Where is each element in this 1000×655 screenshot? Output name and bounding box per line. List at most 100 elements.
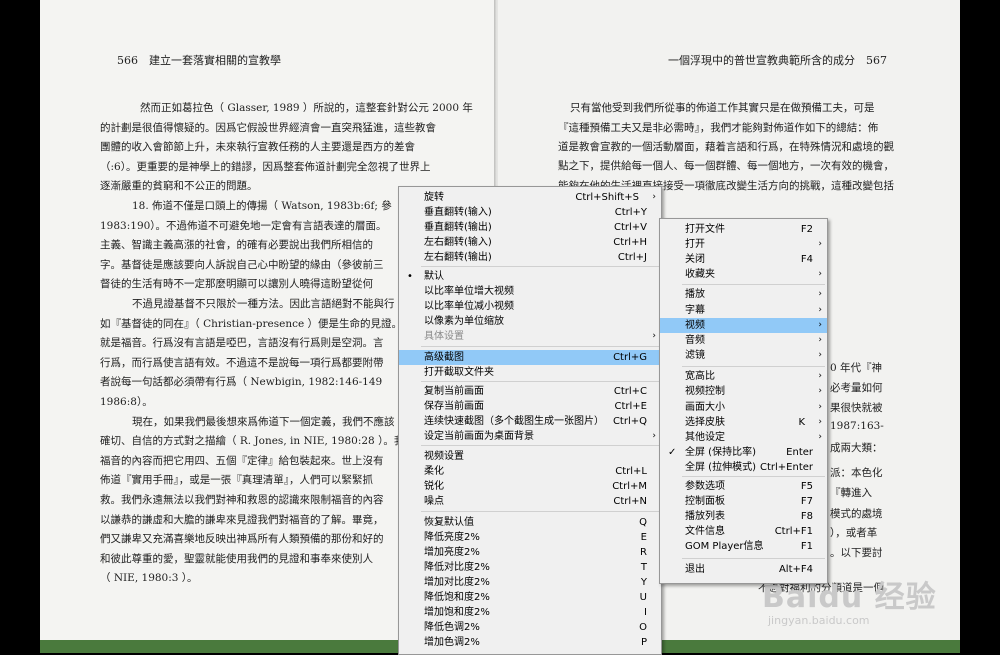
submenu-item[interactable]: 滤镜 › [660,348,827,363]
context-menu-item[interactable]: 旋转 Ctrl+Shift+S › [399,190,661,205]
submenu-item-label: 视频控制 [685,386,725,397]
context-menu-item[interactable]: 增加色调2% P [399,635,661,650]
right-text-line: 果很快就被 [830,402,883,414]
left-text-line: 18. 佈道不僅是口頭上的傳揚（ Watson, 1983b:6f; 參 [132,200,392,212]
context-menu-item-label: 增加饱和度2% [424,607,490,618]
left-text-line: 督徒的生活有時不一定那麼明顯可以讓別人曉得這盼望從何 [100,278,373,291]
submenu-item-label: 音频 [685,335,705,346]
context-menu-item[interactable]: 柔化 Ctrl+L [399,464,661,479]
submenu-item-label: 关闭 [685,254,705,265]
main-submenu: 打开文件 F2 打开 › 关闭 F4 收藏夹 › 播放 › 字幕 › 视频 › 音频 › 滤镜 › 宽高比 › 视频控制… [659,218,828,584]
submenu-item[interactable]: 字幕 › [660,303,827,318]
context-menu-item[interactable]: 保存当前画面 Ctrl+E [399,399,661,414]
submenu-item-label: 全屏 (拉伸模式) [685,462,756,473]
context-menu-item[interactable]: 恢复默认值 Q [399,515,661,530]
context-menu-item[interactable]: 增加饱和度2% I [399,605,661,620]
left-text-line: （:6）。更重要的是神學上的錯謬，因爲整套佈道計劃完全忽視了世界上 [100,160,431,173]
submenu-item[interactable]: 宽高比 › [660,369,827,384]
left-text-line: 字。基督徒是應該要向人訴說自己心中盼望的緣由（參彼前三 [100,258,384,271]
submenu-item-label: 宽高比 [685,371,715,382]
chevron-right-icon: › [818,350,822,360]
submenu-item-label: 滤镜 [685,350,705,361]
context-menu-item-shortcut: Ctrl+M [612,481,647,492]
context-menu-item[interactable]: 高级截图 Ctrl+G [399,350,661,365]
context-menu-item[interactable]: 以比率单位增大视频 [399,284,661,299]
context-menu-item[interactable]: 连续快速截图（多个截图生成一张图片） Ctrl+Q [399,414,661,429]
left-text-line: 們又謙卑又充滿喜樂地反映出神爲所有人類預備的那份和好的 [100,533,384,546]
context-menu-item-shortcut: Ctrl+C [613,386,647,397]
context-menu-item[interactable]: • 默认 [399,269,661,284]
submenu-item[interactable]: ✓ 全屏 (保持比率) Enter [660,445,827,460]
submenu-item-shortcut: Ctrl+Enter [759,462,813,473]
submenu-item[interactable]: 播放列表 F8 [660,509,827,524]
context-menu-item: 具体设置 › [399,329,661,344]
left-text-line: 然而正如葛拉色（ Glasser, 1989 ）所說的，這整套針對公元 2000… [140,102,473,114]
left-text-line: 和彼此尊重的愛，聖靈就能使用我們的見證和事奉來使別人 [100,552,373,565]
context-menu-item[interactable]: 降低亮度2% E [399,530,661,545]
context-menu-item-shortcut: T [640,562,647,573]
context-menu: 旋转 Ctrl+Shift+S › 垂直翻转(输入) Ctrl+Y 垂直翻转(输出) Ctr… [398,186,662,655]
submenu-item-shortcut: F5 [800,481,813,492]
chevron-right-icon: › [818,289,822,299]
context-menu-item[interactable]: 降低饱和度2% U [399,590,661,605]
context-menu-item[interactable]: 降低色调2% O [399,620,661,635]
context-menu-item[interactable]: 设定当前画面为桌面背景 › [399,429,661,444]
submenu-item-label: 全屏 (保持比率) [685,447,756,458]
chevron-right-icon: › [818,305,822,315]
context-menu-item[interactable]: 增加亮度2% R [399,545,661,560]
submenu-item[interactable]: 选择皮肤 K › [660,415,827,430]
context-menu-item[interactable]: 噪点 Ctrl+N [399,494,661,509]
submenu-item[interactable]: 打开文件 F2 [660,222,827,237]
context-menu-item[interactable]: 打开截取文件夹 [399,365,661,380]
submenu-item-shortcut: Enter [786,447,813,458]
context-menu-item-label: 连续快速截图（多个截图生成一张图片） [424,416,604,427]
context-menu-item-label: 左右翻转(输出) [424,252,492,263]
submenu-item-shortcut: F2 [800,224,813,235]
context-menu-item[interactable]: 垂直翻转(输入) Ctrl+Y [399,205,661,220]
submenu-item[interactable]: 视频控制 › [660,384,827,399]
context-menu-item-label: 恢复默认值 [424,517,474,528]
context-menu-item[interactable]: 复制当前画面 Ctrl+C [399,384,661,399]
menu-separator [682,284,825,285]
context-menu-item-label: 旋转 [424,192,444,203]
left-text-line: 佈道『實用手冊』，或是一張『真理清單』，人們可以緊緊抓 [100,474,373,487]
submenu-item[interactable]: 播放 › [660,287,827,302]
context-menu-item[interactable]: 左右翻转(输入) Ctrl+H [399,235,661,250]
context-menu-item[interactable]: 锐化 Ctrl+M [399,479,661,494]
submenu-item[interactable]: 视频 › [660,318,827,333]
context-menu-item-label: 左右翻转(输入) [424,237,492,248]
submenu-item[interactable]: 全屏 (拉伸模式) Ctrl+Enter [660,460,827,475]
context-menu-item[interactable]: 垂直翻转(输出) Ctrl+V [399,220,661,235]
context-menu-item-shortcut: Ctrl+H [613,237,647,248]
submenu-item[interactable]: 关闭 F4 [660,252,827,267]
context-menu-item[interactable]: 以比率单位减小视频 [399,299,661,314]
submenu-item-label: 文件信息 [685,526,725,537]
submenu-item[interactable]: 文件信息 Ctrl+F1 [660,524,827,539]
context-menu-item[interactable]: 左右翻转(输出) Ctrl+J [399,250,661,265]
submenu-item[interactable]: 音频 › [660,333,827,348]
context-menu-item[interactable]: 增加对比度2% Y [399,575,661,590]
context-menu-item-shortcut: Ctrl+N [613,496,647,507]
context-menu-item-shortcut: Ctrl+V [613,222,647,233]
submenu-item-label: 播放 [685,289,705,300]
submenu-item[interactable]: 画面大小 › [660,400,827,415]
context-menu-item-label: 以比率单位增大视频 [424,286,514,297]
context-menu-item[interactable]: 以像素为单位缩放 [399,314,661,329]
submenu-item[interactable]: 参数选项 F5 [660,479,827,494]
context-menu-item-label: 复制当前画面 [424,386,484,397]
submenu-item[interactable]: 退出 Alt+F4 [660,562,827,577]
submenu-item-shortcut: F1 [800,541,813,552]
context-menu-item-label: 增加色调2% [424,637,480,648]
submenu-item[interactable]: 控制面板 F7 [660,494,827,509]
context-menu-item-shortcut: R [640,547,647,558]
context-menu-item[interactable]: 视频设置 [399,449,661,464]
context-menu-item-label: 降低对比度2% [424,562,490,573]
context-menu-item-shortcut: Ctrl+Y [614,207,647,218]
submenu-item-label: 控制面板 [685,496,725,507]
context-menu-item[interactable]: 降低对比度2% T [399,560,661,575]
submenu-item[interactable]: 收藏夹 › [660,267,827,282]
submenu-item[interactable]: GOM Player信息 F1 [660,539,827,554]
submenu-item[interactable]: 打开 › [660,237,827,252]
submenu-item[interactable]: 其他设定 › [660,430,827,445]
right-text-line: 點之下，提供給每一個人、每一個群體、每一個地方，一次有效的機會， [558,160,894,172]
